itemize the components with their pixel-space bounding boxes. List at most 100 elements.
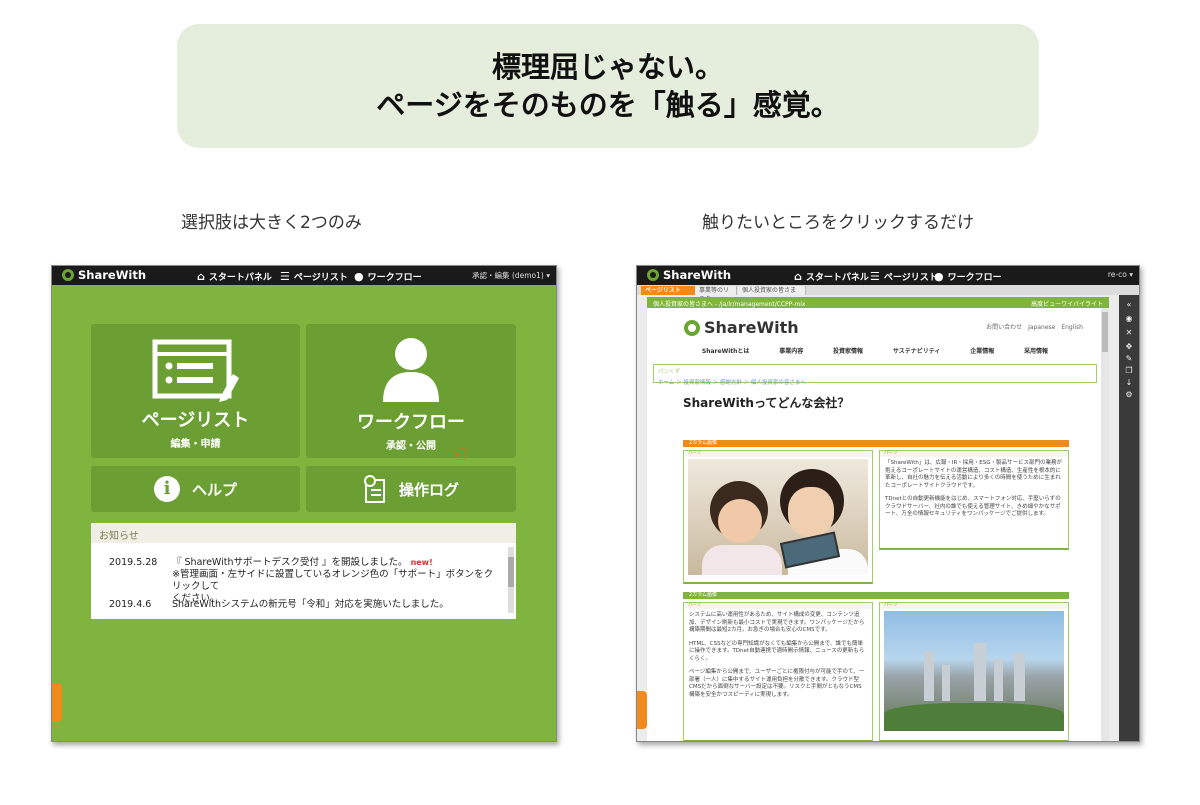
news-item: 2019.4.6 ShareWithシステムの新元号「令和」対応を実施いたしまし… — [109, 599, 502, 611]
news-scrollbar[interactable] — [508, 547, 514, 613]
site-top-links[interactable]: お問い合わせ Japanese English — [986, 322, 1083, 331]
page-scrollbar[interactable] — [1101, 308, 1109, 741]
app-topbar: ShareWith ⌂ スタートパネル ☰ ページリスト ● ワークフロー 承認… — [52, 266, 556, 285]
site-nav-item[interactable]: ShareWithとは — [702, 346, 750, 362]
nav-start-panel-label: スタートパネル — [208, 273, 272, 283]
operation-log-button[interactable]: 操作ログ — [306, 466, 516, 512]
nav-page-list[interactable]: ☰ ページリスト — [280, 269, 348, 284]
nav-workflow[interactable]: ● ワークフロー — [934, 269, 1002, 284]
support-tab[interactable] — [52, 684, 62, 722]
app-logo[interactable]: ShareWith — [62, 268, 146, 282]
sharewith-logo-icon — [684, 319, 700, 336]
nav-start-panel[interactable]: ⌂ スタートパネル — [794, 269, 869, 284]
text-part[interactable]: パーツ システムに高い運用性があるため、サイト構成の変更、コンテンツ追加、デザイ… — [683, 602, 873, 741]
collapse-icon[interactable]: « — [1124, 301, 1134, 309]
edit-icon[interactable]: ✎ — [1124, 355, 1134, 363]
paragraph: TDnetとの自動更新機能をはじめ、スマートフォン対応、手堅いらずのクラウドサー… — [885, 496, 1061, 517]
close-icon[interactable]: ✕ — [1124, 329, 1134, 337]
help-label: ヘルプ — [191, 480, 237, 499]
part-label: パーツ — [880, 603, 1068, 609]
paragraph: ページ編集から公開まで、ユーザーごとに権限付与が可能で手のて、一部署（一人）に集… — [689, 669, 865, 698]
page-list-tile[interactable]: ページリスト 編集・申請 — [91, 324, 300, 458]
tab-page-list[interactable]: ページリスト — [641, 286, 695, 295]
site-logo-text: ShareWith — [704, 318, 799, 337]
list-icon: ☰ — [870, 269, 880, 283]
news-text[interactable]: ShareWithシステムの新元号「令和」対応を実施いたしました。 — [172, 599, 502, 611]
page-path-bar: 個人投資家の皆さまへ - /ja/ir/management/CCPP-mix … — [647, 297, 1109, 308]
caption-right: 触りたいところをクリックするだけ — [702, 213, 974, 233]
nav-start-panel[interactable]: ⌂ スタートパネル — [197, 269, 272, 284]
city-skyline-photo — [884, 611, 1064, 731]
help-button[interactable]: i ヘルプ — [91, 466, 300, 512]
image-part[interactable]: パーツ — [683, 450, 873, 584]
page-list-tile-title: ページリスト — [141, 410, 250, 431]
news-item: 2019.5.28 『 ShareWithサポートデスク受付 』を開設しました。… — [109, 557, 502, 605]
tab-investor[interactable]: 個人投資家の皆さまへ — [738, 286, 806, 303]
page-list-icon — [152, 339, 239, 402]
page-preview: ShareWith お問い合わせ Japanese English ShareW… — [647, 308, 1103, 741]
site-nav-item[interactable]: 事業内容 — [779, 346, 803, 362]
site-nav-item[interactable]: 采用情報 — [1024, 346, 1048, 362]
news-text[interactable]: 『 ShareWithサポートデスク受付 』を開設しました。 new! ※管理画… — [172, 557, 502, 605]
nav-page-list-label: ページリスト — [293, 273, 348, 283]
nav-start-panel-label: スタートパネル — [805, 273, 869, 283]
user-menu[interactable]: 承認・編集 (demo1) ▾ — [472, 270, 550, 281]
editor-tabbar: ページリスト 事業等のリスク 個人投資家の皆さまへ — [637, 285, 1139, 303]
start-panel-screenshot: ShareWith ⌂ スタートパネル ☰ ページリスト ● ワークフロー 承認… — [51, 265, 557, 742]
image-part[interactable]: パーツ — [879, 602, 1069, 741]
site-nav-item[interactable]: サステナビリティ — [893, 346, 941, 362]
paragraph: 「ShareWith」は、広報・IR・採用・ESG・製品サービス部門の業務が抱え… — [885, 460, 1063, 489]
nav-page-list-label: ページリスト — [883, 273, 938, 283]
breadcrumb-part[interactable]: パンくず ホーム ＞ 投資家情報 ＞ 感謝方針 ＞ 個人投資家の皆さまへ — [653, 364, 1097, 386]
viewer-highlight-link[interactable]: 高度ビューワイパイライト — [1031, 299, 1103, 308]
nav-workflow-label: ワークフロー — [367, 273, 422, 283]
move-icon[interactable]: ✥ — [1124, 343, 1134, 351]
tab-risk[interactable]: 事業等のリスク — [695, 286, 737, 303]
children-tablet-photo — [688, 459, 868, 575]
eye-icon[interactable]: ◉ — [1124, 315, 1134, 323]
news-text-line: ※管理画面・左サイドに設置しているオレンジ色の「サポート」ボタンをクリックして — [172, 569, 494, 592]
home-icon: ⌂ — [794, 269, 802, 283]
info-icon: i — [153, 476, 180, 502]
app-topbar: ShareWith ⌂ スタートパネル ☰ ページリスト ● ワークフロー re… — [637, 266, 1139, 285]
site-nav-item[interactable]: 投資家情報 — [833, 346, 863, 362]
list-icon: ☰ — [280, 269, 290, 283]
workflow-tile-sub: 承認・公開 — [386, 441, 436, 452]
nav-workflow[interactable]: ● ワークフロー — [354, 269, 422, 284]
site-nav-item[interactable]: 企業情報 — [970, 346, 994, 362]
home-icon: ⌂ — [197, 269, 205, 283]
person-icon: ● — [934, 269, 944, 283]
editor-side-toolbar: « ◉ ✕ ✥ ✎ ❐ ↓ ⚙ — [1119, 295, 1139, 741]
nav-page-list[interactable]: ☰ ページリスト — [870, 269, 938, 284]
news-date: 2019.4.6 — [109, 599, 152, 610]
workflow-tile-title: ワークフロー — [357, 412, 465, 433]
news-panel: お知らせ 2019.5.28 『 ShareWithサポートデスク受付 』を開設… — [91, 523, 516, 619]
block-bar-selected[interactable]: 2カラム画像 — [683, 440, 1069, 447]
headline-banner: 標理屈じゃない。 ページをそのものを「触る」感覚。 — [177, 24, 1039, 148]
copy-icon[interactable]: ❐ — [1124, 367, 1134, 375]
workflow-tile[interactable]: ワークフロー 承認・公開 — [306, 324, 516, 458]
site-logo[interactable]: ShareWith — [684, 318, 799, 337]
person-icon: ● — [354, 269, 364, 283]
paragraph: HTML、CSSなどの専門知識がなくても編集から公開まで、誰でも簡単に操作できま… — [689, 640, 865, 662]
part-label: パーツ — [684, 451, 872, 457]
user-menu[interactable]: re-co ▾ — [1108, 270, 1133, 279]
sharewith-logo-icon — [62, 269, 74, 281]
text-part[interactable]: パーツ 「ShareWith」は、広報・IR・採用・ESG・製品サービス部門の業… — [879, 450, 1069, 550]
arrow-down-icon[interactable]: ↓ — [1124, 379, 1134, 387]
pointing-hand-icon: ☜ — [447, 440, 469, 468]
page-title[interactable]: ShareWithってどんな会社？ — [683, 394, 849, 411]
page-path: 個人投資家の皆さまへ - /ja/ir/management/CCPP-mix — [653, 301, 806, 308]
headline-line-1: 標理屈じゃない。 — [491, 50, 724, 84]
breadcrumb: ホーム ＞ 投資家情報 ＞ 感謝方針 ＞ 個人投資家の皆さまへ — [658, 380, 806, 386]
document-log-icon — [363, 475, 385, 503]
gear-icon[interactable]: ⚙ — [1124, 391, 1134, 399]
block-bar[interactable]: 2カラム画像 — [683, 592, 1069, 599]
nav-workflow-label: ワークフロー — [947, 273, 1002, 283]
page-list-tile-sub: 編集・申請 — [170, 439, 221, 450]
app-logo-text: ShareWith — [78, 268, 147, 282]
app-logo[interactable]: ShareWith — [647, 268, 731, 282]
new-badge: new! — [410, 558, 433, 567]
news-text-line: 『 ShareWithサポートデスク受付 』を開設しました。 — [172, 557, 408, 568]
support-tab[interactable] — [637, 691, 647, 729]
